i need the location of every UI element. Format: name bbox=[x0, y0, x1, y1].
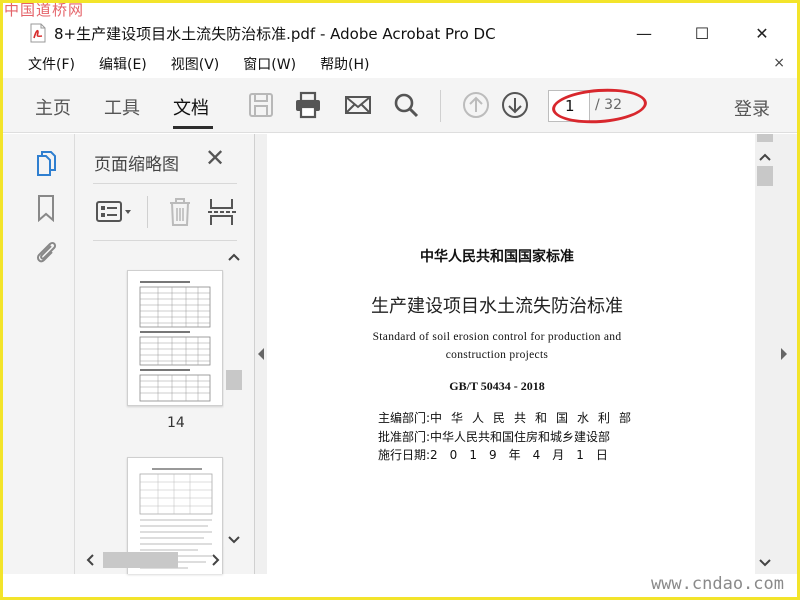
print-icon[interactable] bbox=[293, 90, 323, 120]
document-english-title-line2: construction projects bbox=[445, 349, 549, 361]
thumbnail-panel: 页面缩略图 ✕ 14 bbox=[75, 134, 255, 574]
document-english-title-line1: Standard of soil erosion control for pro… bbox=[372, 331, 622, 343]
watermark-top-left: 中国道桥网 bbox=[4, 1, 85, 19]
document-meta-editor: 主编部门:中华人民共和国水利部 bbox=[378, 409, 640, 426]
meta-label: 主编部门: bbox=[378, 411, 431, 425]
title-bar: 8+生产建设项目水土流失防治标准.pdf - Adobe Acrobat Pro… bbox=[3, 16, 797, 50]
menu-bar: 文件(F) 编辑(E) 视图(V) 窗口(W) 帮助(H) × bbox=[3, 50, 797, 78]
document-view[interactable]: 中华人民共和国国家标准 生产建设项目水土流失防治标准 Standard of s… bbox=[267, 134, 752, 574]
tab-home[interactable]: 主页 bbox=[35, 94, 71, 120]
menu-edit[interactable]: 编辑(E) bbox=[99, 54, 147, 74]
tab-tools[interactable]: 工具 bbox=[104, 94, 140, 120]
thumbnail-horizontal-scrollbar[interactable] bbox=[75, 548, 245, 572]
document-standard-code: GB/T 50434 - 2018 bbox=[449, 379, 545, 393]
active-tab-indicator bbox=[173, 126, 213, 129]
maximize-button[interactable]: ☐ bbox=[679, 16, 725, 50]
document-heading: 中华人民共和国国家标准 bbox=[420, 249, 574, 265]
trash-icon[interactable] bbox=[167, 196, 193, 228]
thumbnail-scrollbar[interactable] bbox=[224, 247, 244, 547]
document-meta-effective-date: 施行日期:2019年4月1日 bbox=[378, 446, 620, 463]
panel-close-button[interactable]: ✕ bbox=[205, 144, 225, 172]
pages-icon[interactable] bbox=[33, 150, 59, 178]
pdf-file-icon bbox=[30, 23, 46, 43]
toolbar: 主页 工具 文档 1 / 32 登录 bbox=[3, 78, 797, 133]
prev-page-icon[interactable] bbox=[461, 90, 491, 120]
save-icon[interactable] bbox=[246, 90, 276, 120]
meta-value: 中华人民共和国水利部 bbox=[430, 411, 641, 425]
search-icon[interactable] bbox=[391, 90, 421, 120]
right-panel-handle[interactable] bbox=[775, 134, 797, 574]
next-page-icon[interactable] bbox=[500, 90, 530, 120]
attachment-icon[interactable] bbox=[33, 238, 59, 266]
toolbar-divider bbox=[440, 90, 441, 122]
close-window-button[interactable]: ✕ bbox=[739, 16, 785, 50]
panel-tool-divider bbox=[147, 196, 148, 228]
menu-close-button[interactable]: × bbox=[773, 55, 785, 71]
email-icon[interactable] bbox=[343, 90, 373, 120]
panel-divider bbox=[93, 240, 237, 241]
document-meta-approver: 批准部门:中华人民共和国住房和城乡建设部 bbox=[378, 428, 610, 445]
tab-document[interactable]: 文档 bbox=[173, 94, 209, 120]
page-thumbnail[interactable] bbox=[127, 270, 223, 406]
login-button[interactable]: 登录 bbox=[734, 95, 770, 121]
document-scrollbar[interactable] bbox=[755, 134, 775, 574]
meta-value: 中华人民共和国住房和城乡建设部 bbox=[430, 430, 611, 444]
panel-collapse-handle[interactable] bbox=[255, 134, 267, 574]
navigation-rail bbox=[3, 134, 75, 574]
meta-label: 批准部门: bbox=[378, 430, 431, 444]
bookmark-icon[interactable] bbox=[33, 194, 59, 223]
minimize-button[interactable]: — bbox=[621, 16, 667, 50]
menu-view[interactable]: 视图(V) bbox=[171, 54, 220, 74]
meta-label: 施行日期: bbox=[378, 448, 431, 462]
panel-title: 页面缩略图 bbox=[94, 155, 179, 175]
window-title: 8+生产建设项目水土流失防治标准.pdf - Adobe Acrobat Pro… bbox=[54, 24, 496, 43]
extract-icon[interactable] bbox=[208, 196, 236, 228]
document-title: 生产建设项目水土流失防治标准 bbox=[371, 296, 623, 317]
menu-help[interactable]: 帮助(H) bbox=[320, 54, 369, 74]
menu-file[interactable]: 文件(F) bbox=[28, 54, 75, 74]
menu-window[interactable]: 窗口(W) bbox=[243, 54, 296, 74]
options-icon[interactable] bbox=[95, 196, 135, 228]
thumbnail-page-label: 14 bbox=[167, 415, 185, 431]
panel-divider bbox=[93, 183, 237, 184]
meta-value: 2019年4月1日 bbox=[430, 448, 620, 462]
watermark-bottom-right: www.cndao.com bbox=[650, 574, 784, 594]
